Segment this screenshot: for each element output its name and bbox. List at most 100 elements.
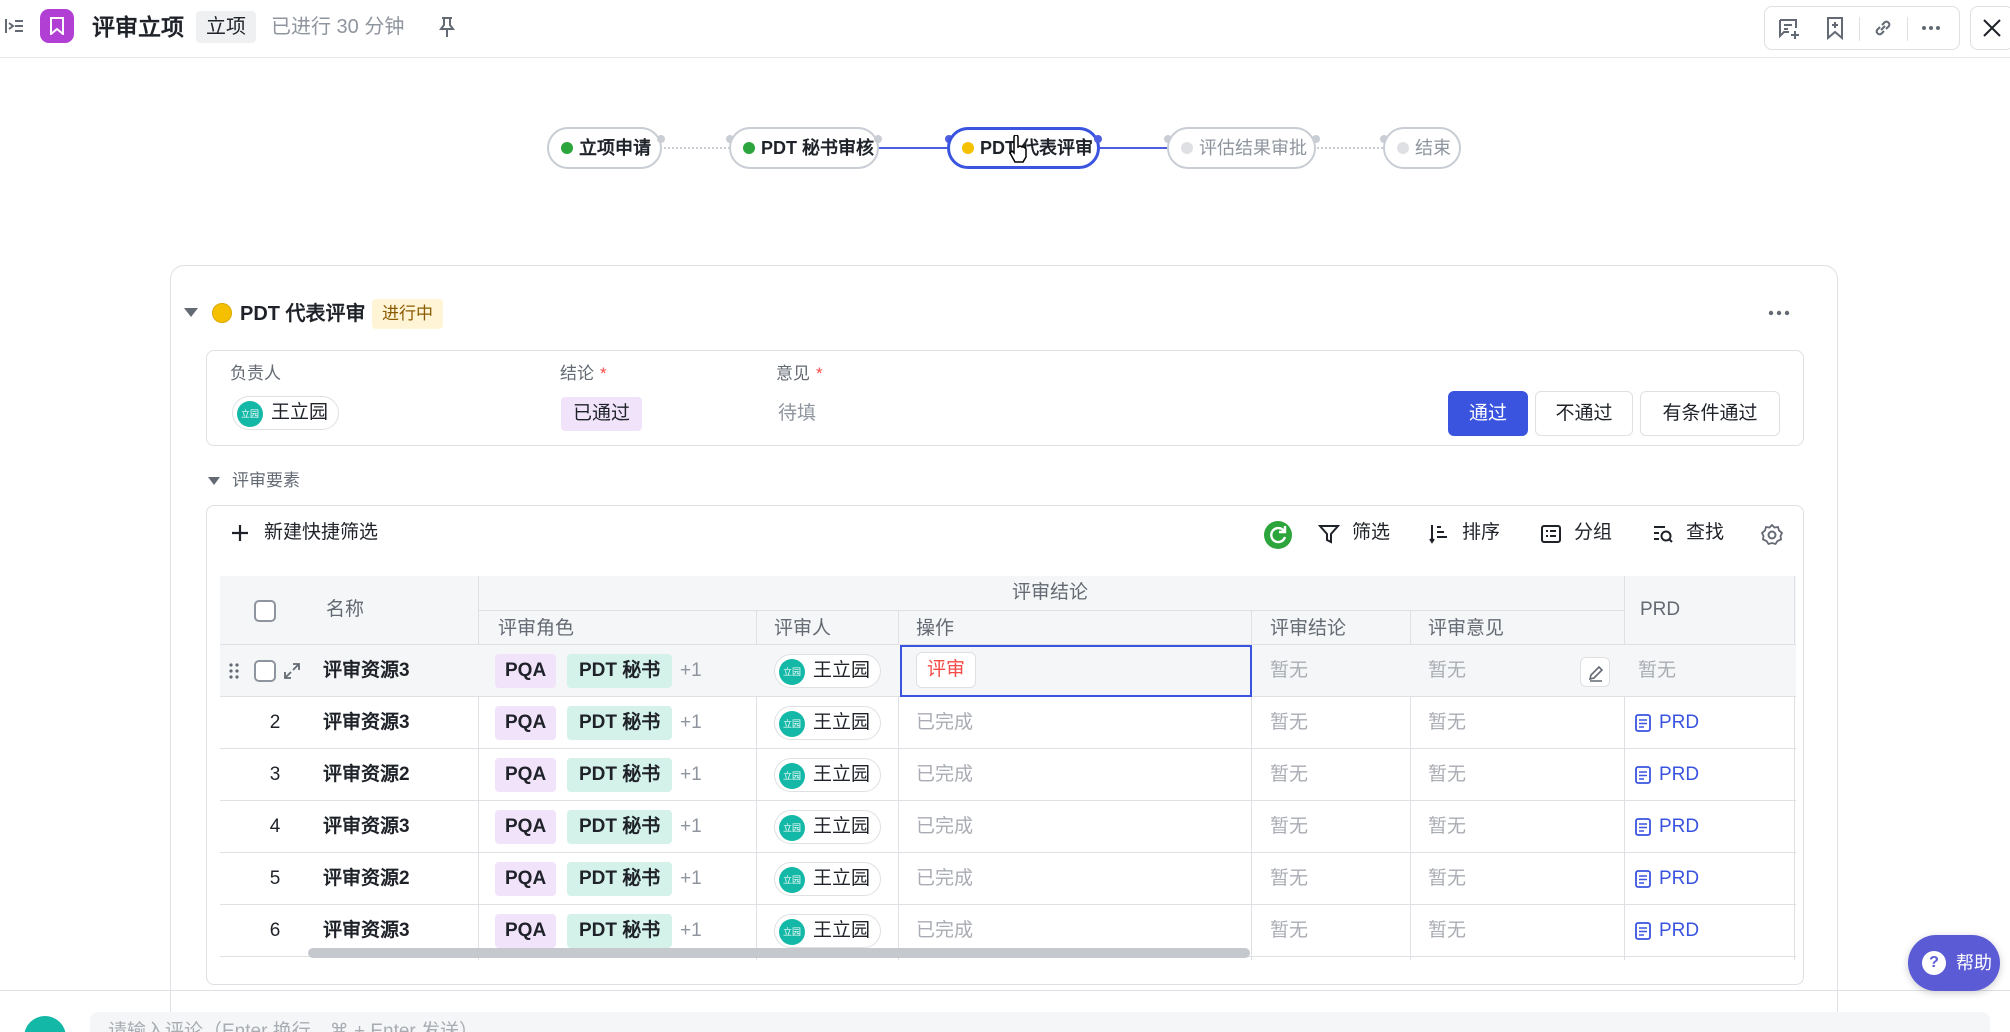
reviewer-chip[interactable]: 立园 王立园 — [774, 706, 882, 740]
row-name[interactable]: 评审资源2 — [323, 866, 410, 892]
filter-button[interactable]: 筛选 — [1318, 518, 1390, 548]
reviewer-chip[interactable]: 立园 王立园 — [774, 654, 882, 688]
owner-chip[interactable]: 立园 王立园 — [232, 396, 340, 430]
role-more[interactable]: +1 — [680, 862, 702, 896]
header-action[interactable]: 操作 — [916, 616, 954, 642]
hand-cursor-icon — [1009, 135, 1027, 163]
reviewer-name: 王立园 — [813, 920, 871, 941]
role-more[interactable]: +1 — [680, 810, 702, 844]
header-actions — [1764, 6, 1960, 50]
reviewer-chip[interactable]: 立园 王立园 — [774, 810, 882, 844]
step-result-approval[interactable]: 评估结果审批 — [1167, 127, 1316, 169]
step-secretary-review[interactable]: PDT 秘书审核 — [729, 127, 879, 169]
pass-button[interactable]: 通过 — [1448, 391, 1528, 436]
sort-button[interactable]: 排序 — [1428, 518, 1500, 548]
review-button[interactable]: 评审 — [916, 652, 977, 688]
conclusion-cell: 暂无 — [1270, 764, 1309, 785]
role-more[interactable]: +1 — [680, 914, 702, 948]
new-quick-filter-button[interactable]: 新建快捷筛选 — [230, 518, 378, 548]
conclusion-value[interactable]: 已通过 — [561, 397, 643, 431]
comment-input[interactable]: 请输入评论（Enter 换行，⌘ + Enter 发送） — [90, 1012, 1990, 1032]
row-checkbox[interactable] — [254, 660, 276, 682]
refresh-icon[interactable] — [1264, 521, 1292, 549]
role-tag: PDT 秘书 — [567, 914, 673, 948]
more-icon[interactable] — [1766, 306, 1792, 320]
opinion-label: 意见 * — [776, 362, 823, 386]
table-row[interactable]: 4 评审资源3 PQA PDT 秘书 +1 立园 王立园 已完成 暂无 暂无 PRD — [220, 801, 1796, 853]
sidebar-toggle-icon[interactable] — [4, 15, 24, 37]
reviewer-chip[interactable]: 立园 王立园 — [774, 914, 882, 948]
opinion-input[interactable]: 待填 — [778, 400, 816, 428]
required-mark: * — [600, 364, 607, 383]
role-tag: PQA — [495, 706, 557, 740]
expand-icon[interactable] — [282, 661, 302, 681]
owner-name: 王立园 — [271, 402, 329, 423]
drag-handle-icon[interactable] — [228, 662, 240, 680]
reviewer-chip[interactable]: 立园 王立园 — [774, 862, 882, 896]
caret-down-icon[interactable] — [184, 308, 198, 317]
settings-icon[interactable] — [1760, 523, 1784, 547]
conclusion-cell: 暂无 — [1270, 920, 1309, 941]
header-reviewer[interactable]: 评审人 — [774, 616, 831, 642]
caret-down-icon[interactable] — [208, 477, 220, 485]
step-label: 评估结果审批 — [1199, 138, 1307, 158]
prd-link[interactable]: PRD — [1635, 710, 1699, 736]
section-title: PDT 代表评审 — [240, 303, 366, 325]
opinion-cell: 暂无 — [1428, 660, 1467, 681]
header-role[interactable]: 评审角色 — [498, 616, 574, 642]
row-name[interactable]: 评审资源3 — [323, 658, 410, 684]
opinion-cell: 暂无 — [1428, 764, 1467, 785]
group-button[interactable]: 分组 — [1540, 518, 1612, 548]
reviewer-chip[interactable]: 立园 王立园 — [774, 758, 882, 792]
reject-button[interactable]: 不通过 — [1535, 391, 1633, 436]
row-name[interactable]: 评审资源3 — [323, 918, 410, 944]
row-name[interactable]: 评审资源3 — [323, 710, 410, 736]
comment-add-icon[interactable] — [1776, 15, 1802, 41]
row-name[interactable]: 评审资源2 — [323, 762, 410, 788]
header-name[interactable]: 名称 — [326, 597, 364, 623]
filter-icon — [1318, 525, 1340, 544]
avatar: 立园 — [779, 711, 805, 737]
prd-link[interactable]: PRD — [1635, 814, 1699, 840]
sort-icon — [1429, 525, 1447, 544]
link-icon[interactable] — [1870, 15, 1896, 41]
step-apply[interactable]: 立项申请 — [547, 127, 662, 169]
avatar: 立园 — [237, 401, 263, 427]
header-opinion[interactable]: 评审意见 — [1428, 616, 1504, 642]
select-all-checkbox[interactable] — [254, 600, 276, 622]
step-end[interactable]: 结束 — [1383, 127, 1461, 169]
toolbar-label: 新建快捷筛选 — [264, 522, 379, 543]
help-button[interactable]: ? 帮助 — [1908, 935, 2000, 991]
prd-link[interactable]: PRD — [1635, 762, 1699, 788]
more-icon[interactable] — [1918, 15, 1944, 41]
header-prd[interactable]: PRD — [1640, 597, 1680, 623]
avatar: 立园 — [779, 919, 805, 945]
role-more[interactable]: +1 — [680, 758, 702, 792]
prd-link[interactable]: PRD — [1635, 866, 1699, 892]
horizontal-scrollbar[interactable] — [308, 948, 1250, 958]
close-button[interactable] — [1970, 6, 2010, 50]
edit-button[interactable] — [1580, 657, 1610, 687]
table-row[interactable]: 3 评审资源2 PQA PDT 秘书 +1 立园 王立园 已完成 暂无 暂无 PRD — [220, 749, 1796, 801]
role-more[interactable]: +1 — [680, 654, 702, 688]
table-row[interactable]: 5 评审资源2 PQA PDT 秘书 +1 立园 王立园 已完成 暂无 暂无 PRD — [220, 853, 1796, 905]
bookmark-icon — [50, 17, 64, 35]
conclusion-cell: 暂无 — [1270, 816, 1309, 837]
conclusion-label-text: 结论 — [560, 364, 594, 383]
connector-dot — [1312, 135, 1320, 143]
bookmark-add-icon[interactable] — [1822, 15, 1848, 41]
conditional-pass-button[interactable]: 有条件通过 — [1640, 391, 1780, 436]
find-button[interactable]: 查找 — [1652, 518, 1724, 548]
prd-link[interactable]: PRD — [1635, 918, 1699, 944]
status-dot — [743, 142, 755, 154]
role-more[interactable]: +1 — [680, 706, 702, 740]
top-bar: 评审立项 立项 已进行 30 分钟 — [0, 0, 2010, 58]
reviewer-name: 王立园 — [813, 660, 871, 681]
role-tag: PQA — [495, 862, 557, 896]
header-conclusion[interactable]: 评审结论 — [1270, 616, 1346, 642]
pin-icon[interactable] — [438, 16, 456, 38]
reviewer-name: 王立园 — [813, 868, 871, 889]
table-row[interactable]: 2 评审资源3 PQA PDT 秘书 +1 立园 王立园 已完成 暂无 暂无 PRD — [220, 697, 1796, 749]
row-number: 3 — [269, 764, 281, 785]
row-name[interactable]: 评审资源3 — [323, 814, 410, 840]
